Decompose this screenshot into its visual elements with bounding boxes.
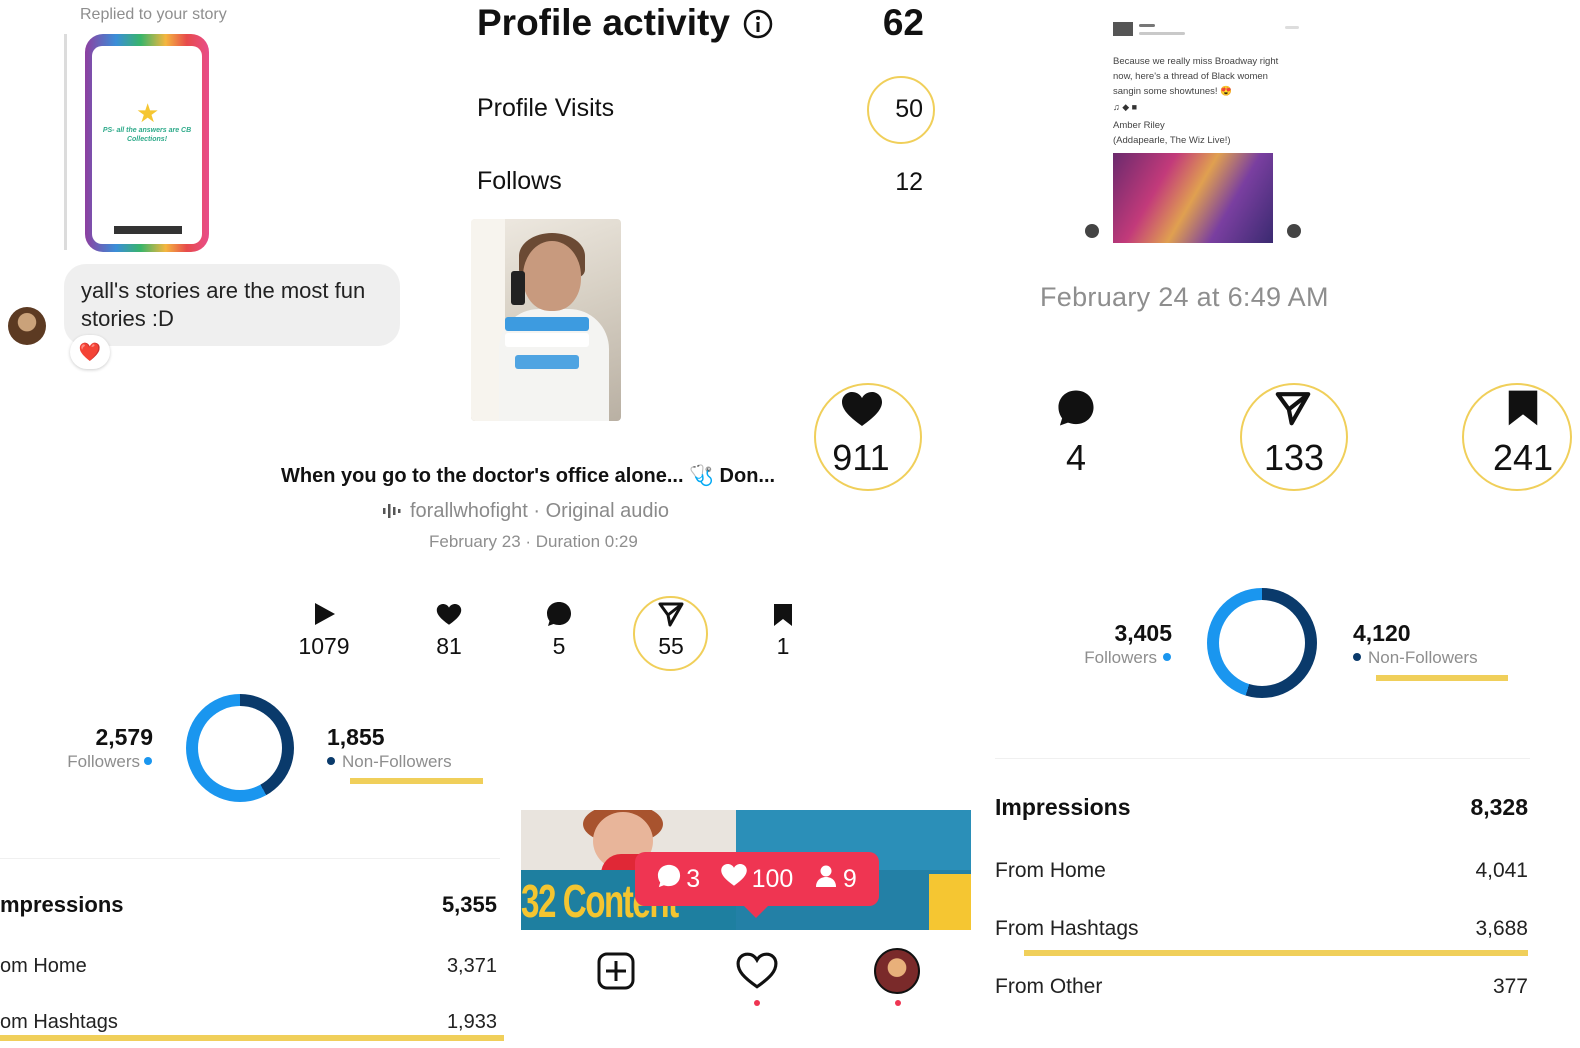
story-text: PS- all the answers are CB Collections! — [102, 127, 192, 143]
impressions-row-label: From Hashtags — [995, 917, 1139, 940]
highlight-underline — [1376, 675, 1508, 681]
activity-heart-icon[interactable] — [736, 952, 778, 990]
share-icon — [658, 601, 684, 627]
follows-value: 12 — [895, 168, 923, 196]
nonfollowers-value: 1,855 — [327, 724, 385, 750]
reel-audio[interactable]: forallwhofight · Original audio — [410, 500, 669, 523]
profile-activity-total: 62 — [882, 2, 924, 43]
saves-count: 241 — [1492, 437, 1554, 478]
followers-value: 3,405 — [1114, 620, 1172, 646]
followers-legend-dot — [144, 757, 152, 765]
message-bubble: yall's stories are the most fun stories … — [64, 264, 400, 346]
tweet-screenshot[interactable]: Because we really miss Broadway right no… — [1075, 10, 1315, 250]
impressions-row-value: 4,041 — [1475, 859, 1528, 882]
notif-follows-count: 9 — [842, 864, 857, 893]
nonfollowers-label: Non-Followers — [1368, 648, 1478, 667]
notif-likes-count: 100 — [751, 864, 794, 893]
impressions-row-value: 377 — [1492, 975, 1528, 998]
tweet-user-icon — [1085, 224, 1099, 238]
impressions-value: 5,355 — [441, 892, 497, 917]
profile-visits-value: 50 — [895, 95, 923, 123]
bookmark-icon — [773, 603, 793, 627]
person-icon — [814, 864, 838, 895]
heart-reaction[interactable]: ❤️ — [70, 335, 110, 369]
impressions-row-label: From Home — [995, 859, 1106, 882]
avatar[interactable] — [8, 307, 46, 345]
nonfollowers-label: Non-Followers — [342, 752, 452, 771]
followers-label: Followers — [1084, 648, 1157, 667]
audience-donut — [186, 694, 294, 802]
post-timestamp: February 24 at 6:49 AM — [1040, 282, 1329, 312]
likes-count: 911 — [832, 437, 890, 478]
saves-count: 1 — [776, 633, 790, 659]
nonfollowers-legend-dot — [1353, 653, 1361, 661]
divider — [995, 758, 1530, 759]
bookmark-icon — [1507, 389, 1539, 427]
heart-icon — [842, 392, 882, 428]
activity-indicator-dot — [754, 1000, 760, 1006]
notif-comments-count: 3 — [686, 864, 701, 893]
tweet-sound-icon — [1287, 224, 1301, 238]
shares-count: 55 — [658, 633, 684, 659]
star-icon: ★ — [136, 98, 160, 128]
reel-title: When you go to the doctor's office alone… — [281, 465, 776, 487]
comment-icon — [1057, 389, 1095, 427]
comments-count: 5 — [552, 633, 566, 659]
followers-label: Followers — [67, 752, 140, 771]
impressions-row-value: 3,371 — [446, 955, 497, 977]
create-icon[interactable] — [597, 952, 635, 990]
highlight-underline — [350, 778, 483, 784]
follows-label: Follows — [477, 167, 562, 195]
profile-activity-title: Profile activity — [477, 2, 730, 43]
reel-meta: February 23 · Duration 0:29 — [429, 532, 638, 551]
impressions-row-value: 1,933 — [446, 1011, 497, 1033]
profile-visits-label: Profile Visits — [477, 94, 615, 122]
shares-count: 133 — [1263, 437, 1325, 478]
tweet-credit-name: Amber Riley — [1113, 120, 1165, 131]
emoji-row: ♫ ◆ ■ — [1113, 102, 1138, 112]
story-footer-strip — [114, 226, 182, 234]
tweet-video-thumbnail — [1113, 153, 1273, 243]
followers-value: 2,579 — [95, 724, 153, 750]
likes-count: 81 — [436, 633, 462, 659]
heart-icon — [436, 604, 462, 626]
profile-avatar[interactable] — [874, 948, 920, 994]
play-icon — [312, 602, 338, 626]
tweet-avatar — [1113, 22, 1133, 36]
comment-icon — [657, 864, 681, 895]
notification-pointer — [742, 904, 770, 918]
highlight-underline — [0, 1035, 504, 1041]
story-reply-caption: Replied to your story — [80, 6, 227, 23]
audio-wave-icon — [382, 503, 404, 519]
activity-notification[interactable]: 3 100 9 — [635, 852, 879, 906]
impressions-label: mpressions — [0, 892, 124, 917]
comment-icon — [546, 601, 572, 627]
heart-icon — [720, 864, 747, 894]
tweet-credit-show: (Addapearle, The Wiz Live!) — [1113, 135, 1231, 146]
share-icon — [1274, 390, 1312, 426]
bottom-nav — [521, 930, 971, 1040]
followers-legend-dot — [1163, 653, 1171, 661]
story-thumbnail[interactable]: ★ PS- all the answers are CB Collections… — [85, 34, 209, 252]
tweet-text: Because we really miss Broadway right no… — [1113, 56, 1279, 97]
impressions-value: 8,328 — [1470, 794, 1528, 820]
reel-thumbnail[interactable] — [471, 219, 621, 421]
divider — [0, 858, 500, 859]
nonfollowers-legend-dot — [327, 757, 335, 765]
impressions-row-label: om Hashtags — [0, 1011, 118, 1033]
impressions-row-label: From Other — [995, 975, 1103, 998]
highlight-underline — [1024, 950, 1528, 956]
info-icon[interactable] — [742, 8, 774, 40]
nonfollowers-value: 4,120 — [1353, 620, 1411, 646]
plays-count: 1079 — [298, 633, 350, 659]
comments-count: 4 — [1065, 437, 1087, 478]
audience-donut — [1207, 588, 1317, 698]
reply-quote-bar — [64, 34, 67, 250]
impressions-label: Impressions — [995, 794, 1131, 820]
impressions-row-value: 3,688 — [1475, 917, 1528, 940]
profile-indicator-dot — [895, 1000, 901, 1006]
impressions-row-label: om Home — [0, 955, 87, 977]
